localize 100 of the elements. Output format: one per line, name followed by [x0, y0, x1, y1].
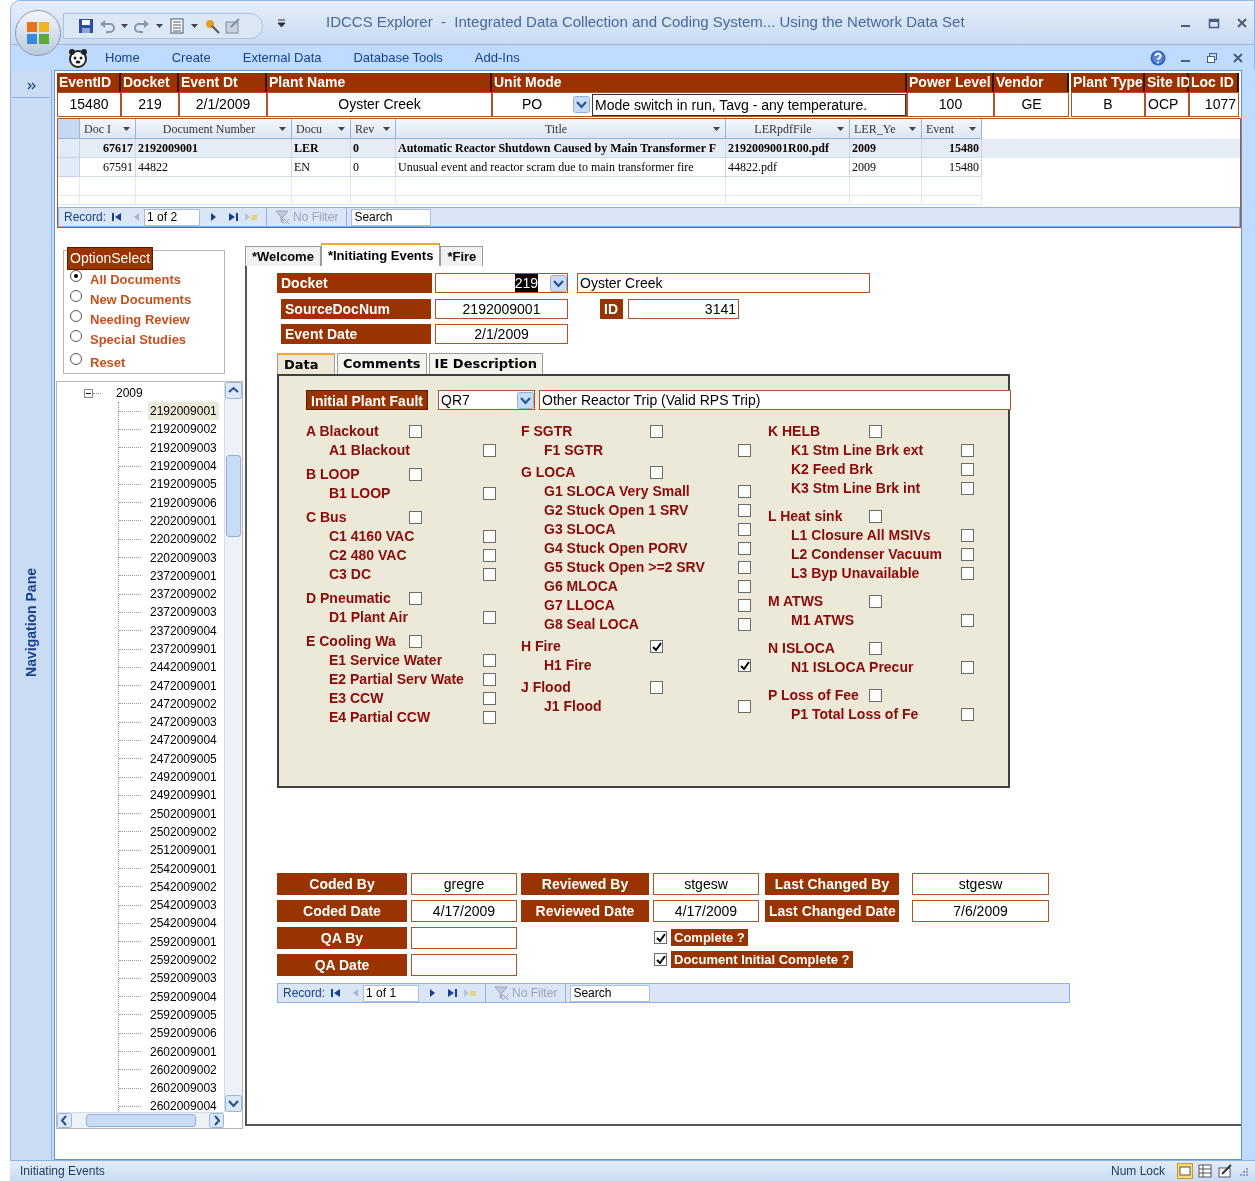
option-label[interactable]: Needing Review [90, 310, 190, 330]
tree-item[interactable]: 2202009003 [148, 548, 219, 567]
tree-item[interactable]: 2592009001 [148, 932, 219, 951]
tree-item[interactable]: 2472009004 [148, 731, 219, 750]
tree-item[interactable]: 2542009001 [148, 859, 219, 878]
tree-item[interactable]: 2542009002 [148, 877, 219, 896]
tree-item[interactable]: 2602009001 [148, 1042, 219, 1061]
tree-item[interactable]: 2542009003 [148, 896, 219, 915]
tab[interactable]: IE Description [428, 353, 543, 374]
field-value: 219 [121, 92, 179, 117]
column-header[interactable]: LERpdfFile [726, 119, 850, 139]
tree-item[interactable]: 2372009901 [148, 640, 219, 658]
checkbox-label: E3 CCW [329, 689, 385, 708]
column-header[interactable]: Title [396, 119, 726, 139]
option-label[interactable]: All Documents [90, 270, 181, 290]
tree-item[interactable]: 2592009003 [148, 969, 219, 988]
ribbon-tab[interactable]: Home [105, 47, 140, 68]
record-label: Record: [64, 209, 107, 226]
option-label[interactable]: Special Studies [90, 330, 187, 350]
tree-item[interactable]: 2192009006 [148, 493, 219, 512]
tab[interactable]: *Fire [440, 246, 484, 266]
tree-item[interactable]: 2372009002 [148, 585, 219, 604]
table-cell: Unusual event and reactor scram due to main transformer fire [396, 158, 726, 177]
field-label: Coded By [277, 873, 407, 895]
column-header[interactable]: Rev [351, 119, 396, 139]
column-header: Event Dt [179, 73, 267, 92]
tree-item[interactable]: 2009 [116, 384, 143, 402]
tree-item[interactable]: 2602009002 [148, 1060, 219, 1079]
tree-item[interactable]: 2602009003 [148, 1079, 219, 1098]
tree-item[interactable]: 2192009002 [148, 420, 219, 439]
docket-field[interactable]: 219 [435, 273, 568, 293]
record-position-field[interactable]: 1 of 1 [363, 984, 420, 1002]
tree-item[interactable]: 2192009003 [148, 438, 219, 457]
ribbon-tab[interactable]: Database Tools [353, 47, 443, 68]
column-header: Plant Type [1071, 73, 1145, 92]
field-label: Last Changed By [765, 873, 899, 895]
column-header[interactable]: Doc I [80, 119, 136, 139]
tree-item[interactable]: 2472009002 [148, 694, 219, 713]
tree-item[interactable]: 2372009001 [148, 566, 219, 585]
checkbox-label: C2 480 VAC [329, 546, 408, 565]
column-header[interactable]: Event [922, 119, 982, 139]
tree-item[interactable]: 2472009005 [148, 749, 219, 768]
fault-description-field: Other Reactor Trip (Valid RPS Trip) [539, 390, 1011, 410]
tree-item[interactable]: 2372009004 [148, 621, 219, 640]
tab[interactable]: Comments [337, 353, 427, 374]
checkbox-label: F SGTR [521, 422, 574, 441]
column-header: Plant Name [267, 73, 492, 92]
navigation-pane-label[interactable]: Navigation Pane [20, 568, 42, 677]
checkbox-label: A1 Blackout [329, 441, 411, 460]
column-label: Title [543, 120, 569, 138]
column-header[interactable]: Document Number [136, 119, 292, 139]
column-label: Docu [296, 120, 323, 138]
option-label[interactable]: New Documents [90, 290, 192, 310]
checkbox-label: G6 MLOCA [544, 577, 619, 596]
fault-code-field[interactable]: QR7 [438, 390, 535, 410]
tree-item[interactable]: 2202009001 [148, 511, 219, 530]
column-header: Loc ID [1189, 73, 1239, 92]
tree-item[interactable]: 2502009002 [148, 822, 219, 841]
column-label: LER_Ye [854, 120, 897, 138]
tree-item[interactable]: 2542009004 [148, 914, 219, 933]
tree-item[interactable]: 2602009004 [148, 1097, 219, 1112]
field-label: Reviewed Date [521, 900, 649, 922]
tree-item[interactable]: 2502009001 [148, 804, 219, 823]
checkbox-label: K1 Stm Line Brk ext [791, 441, 925, 460]
ribbon-tab[interactable]: Add-Ins [474, 47, 520, 68]
record-position-field[interactable]: 1 of 2 [144, 208, 201, 226]
checkbox-label: E4 Partial CCW [329, 708, 432, 727]
tree-item[interactable]: 2192009005 [148, 475, 219, 494]
checkbox-label: B1 LOOP [329, 484, 392, 503]
tree-item[interactable]: 2492009001 [148, 768, 219, 787]
column-header: Docket [121, 73, 179, 92]
tree-item[interactable]: 2372009003 [148, 603, 219, 622]
column-header[interactable]: Docu [292, 119, 351, 139]
field-value: QR7 [440, 391, 471, 409]
field-label: QA Date [277, 954, 407, 976]
tab[interactable]: *Initiating Events [320, 243, 441, 266]
field-value: OCP [1145, 92, 1189, 117]
tree-item[interactable]: 2592009005 [148, 1005, 219, 1024]
tree-item[interactable]: 2592009004 [148, 987, 219, 1006]
ribbon-tab[interactable]: External Data [242, 47, 322, 68]
tree-item[interactable]: 2442009001 [148, 658, 219, 677]
tree-item[interactable]: 2492009901 [148, 786, 219, 805]
search-field[interactable]: Search [570, 984, 651, 1002]
search-field[interactable]: Search [351, 208, 432, 226]
tree-item[interactable]: 2192009001 [148, 402, 219, 421]
ribbon-tab[interactable]: Create [171, 47, 211, 68]
checkbox-label: J1 Flood [544, 697, 603, 716]
tree-item[interactable]: 2202009002 [148, 530, 219, 549]
tree-item[interactable]: 2472009003 [148, 713, 219, 732]
option-label[interactable]: Reset [90, 353, 126, 373]
tree-item[interactable]: 2472009001 [148, 676, 219, 695]
tree-item[interactable]: 2512009001 [148, 841, 219, 860]
tab[interactable]: Data [277, 353, 335, 374]
tree-item[interactable]: 2192009004 [148, 457, 219, 476]
field-value: 1077 [1189, 92, 1239, 117]
column-header[interactable]: LER_Ye [850, 119, 922, 139]
tree-item[interactable]: 2592009006 [148, 1024, 219, 1043]
tree-item[interactable]: 2592009002 [148, 951, 219, 970]
tab[interactable]: *Welcome [245, 246, 321, 266]
status-text: Initiating Events [20, 1163, 105, 1180]
